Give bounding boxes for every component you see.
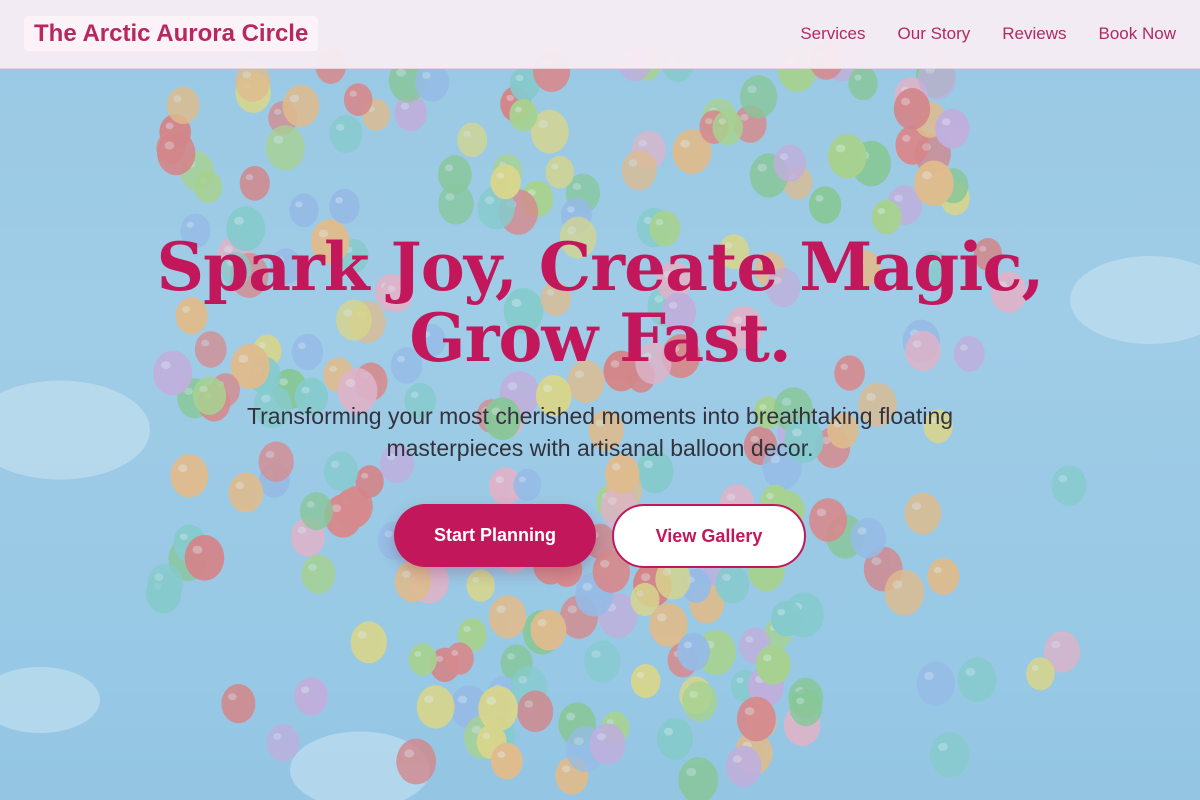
hero-headline-line1: Spark Joy, Create Magic, — [156, 228, 1044, 306]
nav-book-now[interactable]: Book Now — [1099, 24, 1176, 44]
nav-services[interactable]: Services — [800, 24, 865, 44]
site-logo[interactable]: The Arctic Aurora Circle — [24, 16, 319, 51]
hero-headline: Spark Joy, Create Magic, Grow Fast. — [100, 232, 1100, 374]
hero-subtext: Transforming your most cherished moments… — [246, 403, 954, 461]
nav-reviews[interactable]: Reviews — [1002, 24, 1066, 44]
view-gallery-button[interactable]: View Gallery — [612, 504, 806, 568]
nav-our-story[interactable]: Our Story — [898, 24, 971, 44]
main-nav: Services Our Story Reviews Book Now — [800, 24, 1176, 44]
hero-headline-line2: Grow Fast. — [409, 299, 792, 377]
site-header: The Arctic Aurora Circle Services Our St… — [0, 0, 1200, 69]
start-planning-button[interactable]: Start Planning — [394, 504, 596, 567]
